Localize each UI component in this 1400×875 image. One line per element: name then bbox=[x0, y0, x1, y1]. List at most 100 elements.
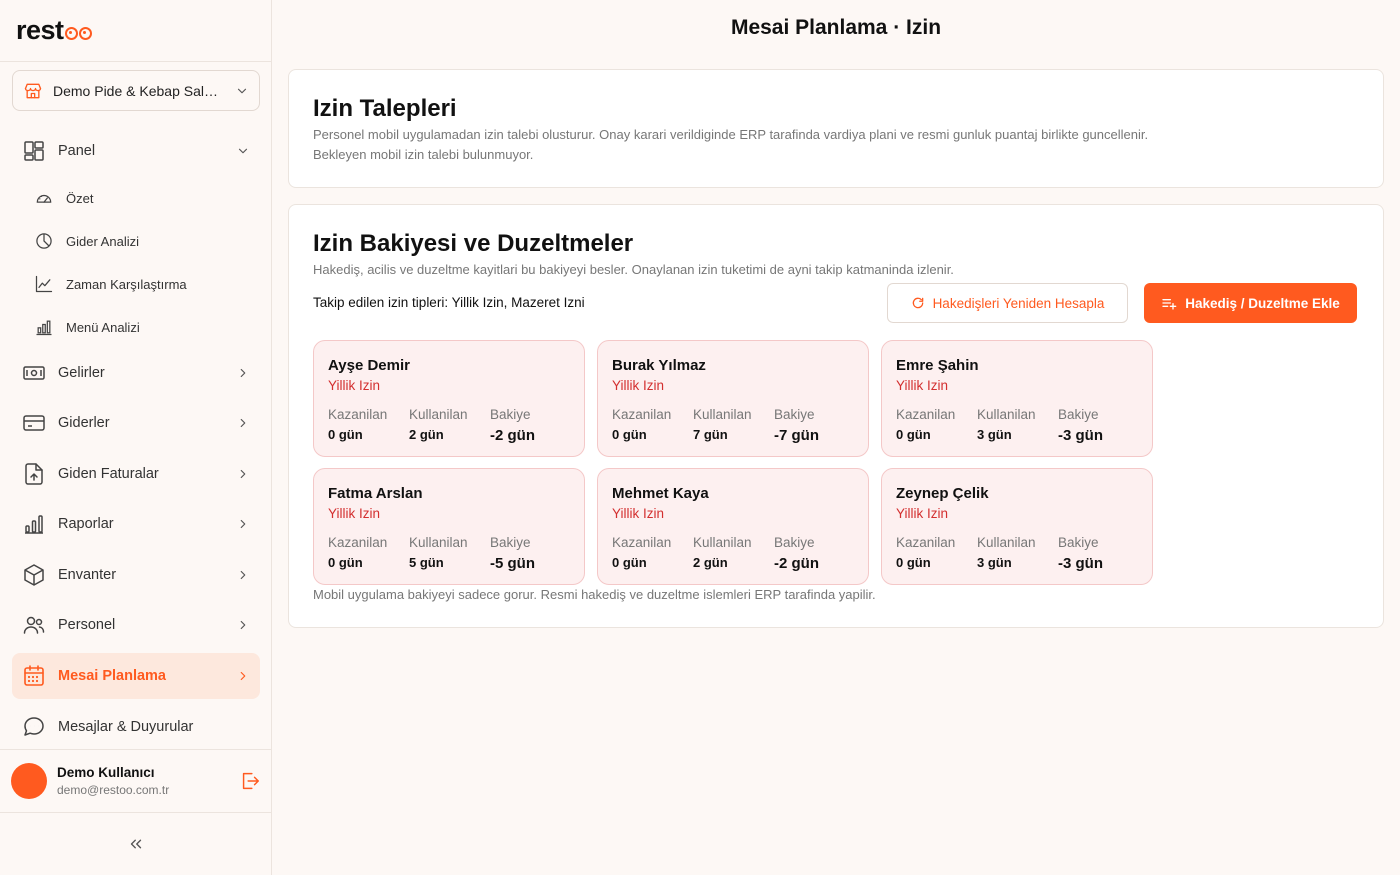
sidebar-subitem-label: Gider Analizi bbox=[66, 233, 139, 249]
leave-requests-title: Izin Talepleri bbox=[313, 95, 457, 122]
stat-balance: Bakiye -2 gün bbox=[490, 407, 535, 444]
add-adjustment-button-label: Hakediş / Duzeltme Ekle bbox=[1185, 295, 1340, 311]
sidebar-subitem-label: Menü Analizi bbox=[66, 319, 140, 335]
box-icon bbox=[24, 564, 44, 586]
stat-value: 0 gün bbox=[328, 427, 363, 442]
sidebar-item-label: Mesai Planlama bbox=[58, 668, 166, 684]
calendar-icon bbox=[24, 665, 44, 686]
stat-value: 0 gün bbox=[612, 427, 647, 442]
stat-value: 0 gün bbox=[328, 555, 363, 570]
stat-earned: Kazanilan 0 gün bbox=[328, 535, 387, 570]
stat-label: Kazanilan bbox=[328, 535, 388, 550]
chevron-down-icon bbox=[237, 88, 247, 93]
stat-earned: Kazanilan 0 gün bbox=[328, 407, 387, 442]
stat-label: Kazanilan bbox=[612, 407, 672, 422]
stat-label: Bakiye bbox=[490, 535, 531, 550]
store-icon bbox=[24, 83, 42, 98]
gauge-icon bbox=[36, 194, 52, 203]
stat-label: Bakiye bbox=[774, 407, 815, 422]
divider bbox=[0, 61, 271, 62]
sidebar-subitem-gider-analizi[interactable]: Gider Analizi bbox=[24, 223, 254, 259]
sidebar-subitem-menu-analizi[interactable]: Menü Analizi bbox=[24, 309, 254, 345]
divider bbox=[0, 749, 271, 750]
sidebar-item-label: Panel bbox=[58, 143, 96, 159]
stat-used: Kullanilan 3 gün bbox=[977, 535, 1036, 570]
leave-balance-description: Hakediş, acilis ve duzeltme kayitlari bu… bbox=[313, 262, 954, 277]
stat-label: Kazanilan bbox=[328, 407, 388, 422]
sidebar: rest Demo Pide & Kebap Salon... Panel Öz… bbox=[0, 0, 272, 875]
sidebar-item-label: Gelirler bbox=[58, 365, 105, 381]
chevron-right-icon bbox=[240, 368, 246, 378]
avatar[interactable] bbox=[11, 763, 47, 799]
stat-label: Kullanilan bbox=[977, 535, 1036, 550]
leave-type: Yillik Izin bbox=[612, 506, 665, 521]
stat-label: Kazanilan bbox=[896, 407, 956, 422]
stat-value: 7 gün bbox=[693, 427, 728, 442]
logout-icon[interactable] bbox=[239, 770, 261, 792]
trend-chart-icon bbox=[35, 275, 53, 293]
list-add-icon bbox=[1162, 299, 1177, 310]
recalculate-button-label: Hakedişleri Yeniden Hesapla bbox=[932, 295, 1105, 311]
employee-balance-card: Ayşe Demir Yillik Izin Kazanilan 0 gün Kulla… bbox=[313, 340, 585, 457]
stat-used: Kullanilan 5 gün bbox=[409, 535, 468, 570]
stat-used: Kullanilan 2 gün bbox=[693, 535, 752, 570]
chevron-right-icon bbox=[240, 570, 246, 580]
stat-balance: Bakiye -2 gün bbox=[774, 535, 819, 572]
sidebar-item-gelirler[interactable]: Gelirler bbox=[12, 350, 260, 396]
employee-balance-card: Burak Yılmaz Yillik Izin Kazanilan 0 gün Kul… bbox=[597, 340, 869, 457]
store-select-label: Demo Pide & Kebap Salon... bbox=[53, 82, 225, 99]
chevron-right-icon bbox=[240, 620, 246, 630]
stat-value: -2 gün bbox=[774, 555, 819, 572]
chevron-down-icon bbox=[238, 148, 248, 154]
leave-type: Yillik Izin bbox=[896, 378, 949, 393]
leave-requests-card: Izin Talepleri Personel mobil uygulamada… bbox=[288, 69, 1384, 188]
stat-label: Kullanilan bbox=[693, 535, 752, 550]
sidebar-item-mesajlar-duyurular[interactable]: Mesajlar & Duyurular bbox=[12, 704, 260, 750]
leave-balance-card: Izin Bakiyesi ve Duzeltmeler Hakediş, ac… bbox=[288, 204, 1384, 628]
credit-card-icon bbox=[23, 415, 45, 431]
bar-chart-icon bbox=[25, 515, 43, 534]
sidebar-item-label: Mesajlar & Duyurular bbox=[58, 719, 194, 735]
sidebar-item-giden-faturalar[interactable]: Giden Faturalar bbox=[12, 451, 260, 497]
refresh-icon bbox=[912, 297, 923, 309]
sidebar-subitem-ozet[interactable]: Özet bbox=[24, 180, 254, 216]
sidebar-item-mesai-planlama[interactable]: Mesai Planlama bbox=[12, 653, 260, 699]
stat-value: 0 gün bbox=[612, 555, 647, 570]
sidebar-subitem-zaman-karsilastirma[interactable]: Zaman Karşılaştırma bbox=[24, 266, 254, 302]
sidebar-item-label: Giden Faturalar bbox=[58, 466, 159, 482]
sidebar-item-panel[interactable]: Panel bbox=[12, 128, 260, 174]
balance-footnote: Mobil uygulama bakiyeyi sadece gorur. Re… bbox=[313, 587, 876, 602]
user-email: demo@restoo.com.tr bbox=[57, 783, 170, 797]
bar-chart-icon bbox=[36, 320, 52, 336]
restoo-logo[interactable]: rest bbox=[16, 14, 92, 46]
sidebar-item-envanter[interactable]: Envanter bbox=[12, 552, 260, 598]
leave-requests-description: Personel mobil uygulamadan izin talebi o… bbox=[313, 127, 1149, 142]
stat-earned: Kazanilan 0 gün bbox=[612, 535, 671, 570]
divider bbox=[0, 812, 271, 813]
employee-name: Burak Yılmaz bbox=[612, 357, 706, 374]
stat-value: 2 gün bbox=[693, 555, 728, 570]
sidebar-item-raporlar[interactable]: Raporlar bbox=[12, 501, 260, 547]
collapse-sidebar-icon[interactable] bbox=[127, 835, 145, 853]
user-profile: Demo Kullanıcı demo@restoo.com.tr bbox=[11, 762, 261, 800]
users-icon bbox=[23, 616, 45, 634]
stat-value: 2 gün bbox=[409, 427, 444, 442]
chevron-right-icon bbox=[240, 418, 246, 428]
add-adjustment-button[interactable]: Hakediş / Duzeltme Ekle bbox=[1144, 283, 1357, 323]
stat-label: Kullanilan bbox=[977, 407, 1036, 422]
leave-type: Yillik Izin bbox=[612, 378, 665, 393]
stat-used: Kullanilan 7 gün bbox=[693, 407, 752, 442]
page-title: Mesai Planlama · Izin bbox=[730, 16, 942, 39]
stat-balance: Bakiye -3 gün bbox=[1058, 407, 1103, 444]
sidebar-item-personel[interactable]: Personel bbox=[12, 602, 260, 648]
store-select[interactable]: Demo Pide & Kebap Salon... bbox=[12, 70, 260, 111]
employee-balance-card: Mehmet Kaya Yillik Izin Kazanilan 0 gün Kull… bbox=[597, 468, 869, 585]
chat-bubble-icon bbox=[24, 717, 44, 736]
user-name: Demo Kullanıcı bbox=[57, 765, 155, 780]
sidebar-item-giderler[interactable]: Giderler bbox=[12, 400, 260, 446]
stat-value: -3 gün bbox=[1058, 427, 1103, 444]
stat-value: 5 gün bbox=[409, 555, 444, 570]
sidebar-item-label: Personel bbox=[58, 617, 116, 633]
recalculate-button[interactable]: Hakedişleri Yeniden Hesapla bbox=[887, 283, 1128, 323]
chevron-right-icon bbox=[240, 469, 246, 479]
